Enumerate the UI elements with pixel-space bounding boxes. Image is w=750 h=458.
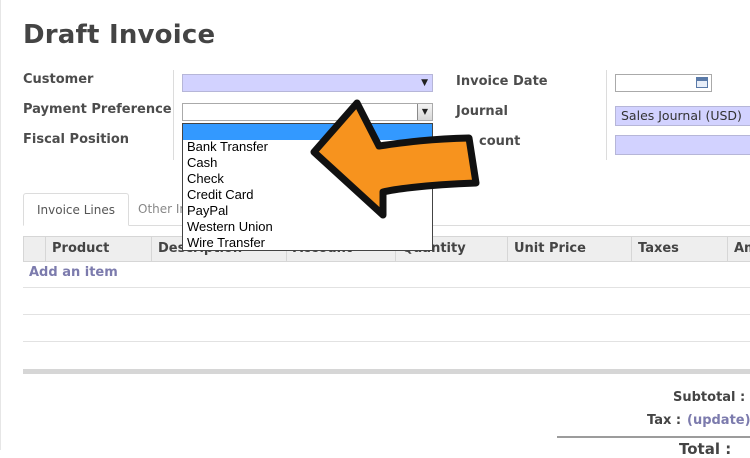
journal-field[interactable]: Sales Journal (USD) — [615, 106, 750, 126]
journal-label: Journal — [456, 104, 508, 119]
dropdown-option-bank-transfer[interactable]: Bank Transfer — [183, 139, 432, 155]
update-tax-link[interactable]: (update) — [687, 413, 750, 428]
calendar-icon[interactable] — [696, 77, 708, 88]
subtotal-label: Subtotal : — [673, 390, 746, 405]
column-header-product[interactable]: Product — [45, 237, 151, 261]
right-column-separator — [606, 70, 607, 160]
dropdown-option-paypal[interactable]: PayPal — [183, 203, 432, 219]
total-separator — [557, 436, 750, 438]
page-title: Draft Invoice — [23, 20, 216, 50]
customer-label: Customer — [23, 72, 94, 87]
customer-field[interactable]: ▼ — [182, 74, 433, 92]
row-handle-header — [23, 237, 45, 261]
account-field[interactable] — [615, 135, 750, 155]
table-row — [23, 287, 750, 288]
fiscal-position-label: Fiscal Position — [23, 132, 130, 147]
payment-preference-select[interactable]: ▼ — [182, 103, 433, 121]
tax-label: Tax : — [647, 413, 682, 428]
dropdown-option-credit-card[interactable]: Credit Card — [183, 187, 432, 203]
add-item-link[interactable]: Add an item — [29, 265, 118, 280]
dropdown-option-check[interactable]: Check — [183, 171, 432, 187]
total-label: Total : — [679, 440, 732, 458]
payment-preference-label: Payment Preference — [23, 102, 172, 117]
tab-invoice-lines[interactable]: Invoice Lines — [23, 193, 129, 226]
table-row — [23, 341, 750, 342]
invoice-form-sheet: Draft Invoice Customer Payment Preferenc… — [0, 0, 750, 458]
invoice-date-label: Invoice Date — [456, 74, 548, 89]
dropdown-option-cash[interactable]: Cash — [183, 155, 432, 171]
chevron-down-icon[interactable]: ▼ — [417, 104, 432, 120]
journal-value: Sales Journal (USD) — [621, 108, 742, 123]
column-header-amount[interactable]: Am — [727, 237, 750, 261]
chevron-down-icon[interactable]: ▼ — [421, 78, 428, 88]
dropdown-option-wire-transfer[interactable]: Wire Transfer — [183, 235, 432, 251]
invoice-date-field[interactable] — [615, 74, 712, 92]
payment-preference-dropdown-list[interactable]: Bank Transfer Cash Check Credit Card Pay… — [182, 123, 433, 251]
column-header-taxes[interactable]: Taxes — [631, 237, 727, 261]
table-row — [23, 314, 750, 315]
account-label: count — [479, 134, 521, 149]
dropdown-option-western-union[interactable]: Western Union — [183, 219, 432, 235]
dropdown-option-blank[interactable] — [183, 124, 432, 140]
left-column-separator — [173, 70, 174, 160]
table-footer-bar — [23, 369, 750, 374]
column-header-unit-price[interactable]: Unit Price — [507, 237, 631, 261]
